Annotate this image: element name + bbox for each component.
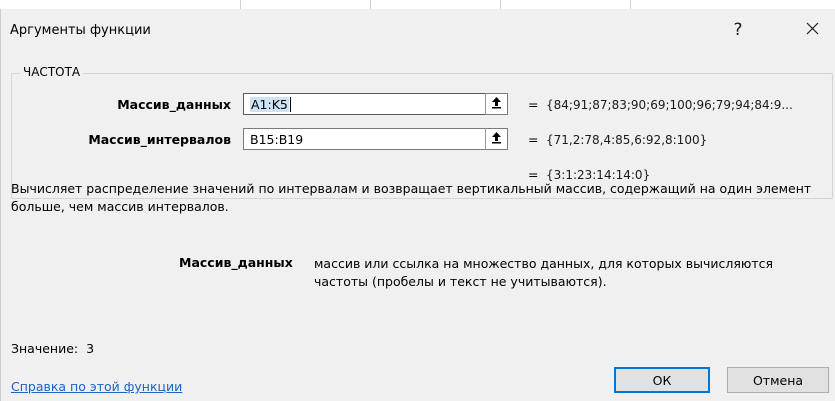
backdrop-cell [500,0,631,9]
data-array-input[interactable]: A1:K5 [243,93,486,115]
backdrop-cell [240,0,371,9]
data-array-collapse-button[interactable] [485,93,508,115]
text-caret [289,96,291,112]
dialog-title: Аргументы функции [10,23,151,38]
upload-arrow-icon [491,96,502,112]
bins-array-collapse-button[interactable] [485,128,508,150]
value-label: Значение: [11,341,79,356]
bins-array-value: B15:B19 [250,131,304,147]
backdrop-cell [370,0,501,9]
arg-help-text: массив или ссылка на множество данных, д… [314,256,774,289]
function-arguments-dialog: Аргументы функции ? ЧАСТОТА Массив_данны… [0,9,835,401]
ok-button[interactable]: ОК [614,367,710,393]
cancel-button[interactable]: Отмена [727,367,829,393]
data-array-evaluated: {84;91;87;83;90;69;100;96;79;94;84:9... [546,98,793,112]
bins-array-evaluated: {71,2:78,4:85,6:92,8:100} [546,133,708,147]
title-bar[interactable]: Аргументы функции ? [1,9,835,53]
close-button[interactable] [795,15,829,45]
arg-label-data-array: Массив_данных [117,97,231,112]
equals-sign: = [528,97,539,112]
backdrop-cell [0,0,241,9]
value-line: Значение: 3 [11,341,94,356]
upload-arrow-icon [491,131,502,147]
value-result: 3 [86,341,95,356]
bins-array-input[interactable]: B15:B19 [243,128,486,150]
function-name: ЧАСТОТА [20,65,84,79]
close-icon [806,20,819,40]
function-help-link[interactable]: Справка по этой функции [11,379,182,394]
function-description: Вычисляет распределение значений по инте… [11,181,812,214]
arg-help-label: Массив_данных [179,255,293,270]
question-icon: ? [733,20,743,40]
data-array-value: A1:K5 [250,96,289,112]
equals-sign: = [528,132,539,147]
arg-label-bins-array: Массив_интервалов [88,132,231,147]
help-button[interactable]: ? [721,15,755,45]
